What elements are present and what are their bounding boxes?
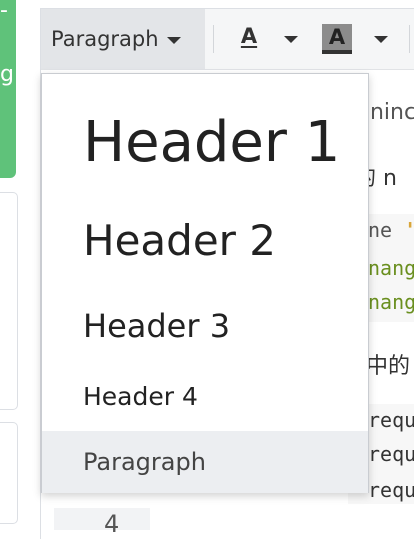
font-color-dropdown[interactable] xyxy=(279,23,303,55)
sidebar-green-panel[interactable]: - - g xyxy=(0,0,16,178)
font-color-button[interactable]: A xyxy=(231,23,267,55)
code-line[interactable]: requ xyxy=(368,408,414,432)
paragraph-style-label: Paragraph xyxy=(51,27,159,51)
background-color-letter: A xyxy=(328,25,346,49)
menu-item-header-3[interactable]: Header 3 xyxy=(42,292,368,360)
chevron-down-icon xyxy=(166,36,181,44)
paragraph-style-menu: Header 1 Header 2 Header 3 Header 4 Para… xyxy=(41,73,369,493)
toolbar-divider xyxy=(213,25,214,53)
background-color-icon: A xyxy=(322,24,352,54)
paragraph-style-dropdown[interactable]: Paragraph xyxy=(41,9,205,69)
menu-item-paragraph[interactable]: Paragraph xyxy=(42,431,368,493)
sidebar-card[interactable] xyxy=(0,422,18,524)
code-line[interactable]: ne ' xyxy=(368,218,414,242)
background-color-bar xyxy=(322,50,352,54)
background-swatch: A xyxy=(322,24,352,50)
code-line[interactable]: requ xyxy=(368,442,414,466)
code-token: ne xyxy=(368,218,405,242)
editor-toolbar: Paragraph A A xyxy=(41,9,414,70)
background-color-dropdown[interactable] xyxy=(369,23,393,55)
background-color-button[interactable]: A xyxy=(319,23,355,55)
font-color-letter: A xyxy=(240,24,258,48)
line-number: 4 xyxy=(104,510,120,538)
line-number-gutter xyxy=(54,508,150,530)
code-line[interactable]: nang xyxy=(368,256,414,280)
sidebar-top-text: - - xyxy=(0,0,16,23)
chevron-down-icon xyxy=(374,35,388,43)
code-line[interactable]: requ xyxy=(368,478,414,502)
toolbar-divider xyxy=(409,25,410,53)
chevron-down-icon xyxy=(284,35,298,43)
code-string-token: ' xyxy=(404,218,414,242)
sidebar-card[interactable] xyxy=(0,192,18,410)
menu-item-header-1[interactable]: Header 1 xyxy=(42,96,368,188)
sidebar-mid-text: g xyxy=(0,62,14,87)
menu-item-header-4[interactable]: Header 4 xyxy=(42,368,368,424)
editor-text-line[interactable]: 中的 xyxy=(366,348,410,380)
font-color-icon: A xyxy=(235,24,263,54)
menu-item-header-2[interactable]: Header 2 xyxy=(42,200,368,280)
code-line[interactable]: nang xyxy=(368,290,414,314)
